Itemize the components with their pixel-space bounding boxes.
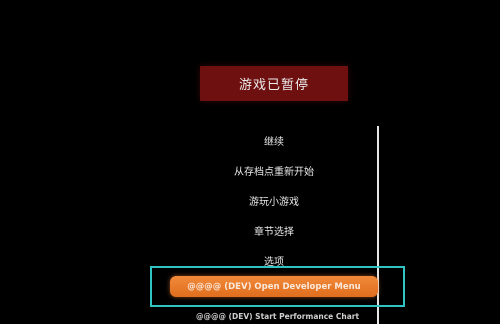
menu-item-play-minigame[interactable]: 游玩小游戏	[184, 193, 364, 208]
open-developer-menu-button[interactable]: @@@@ (DEV) Open Developer Menu	[170, 276, 378, 297]
pause-title-banner: 游戏已暂停	[200, 66, 348, 101]
menu-item-restart-checkpoint[interactable]: 从存档点重新开始	[184, 163, 364, 178]
pause-title: 游戏已暂停	[238, 78, 309, 93]
start-performance-chart-button[interactable]: @@@@ (DEV) Start Performance Chart	[150, 312, 405, 321]
game-pause-screen: 游戏已暂停 继续 从存档点重新开始 游玩小游戏 章节选择 选项 @@@@ (DE…	[0, 0, 500, 324]
menu-item-continue[interactable]: 继续	[184, 133, 364, 148]
menu-item-chapter-select[interactable]: 章节选择	[184, 223, 364, 238]
open-developer-menu-label: @@@@ (DEV) Open Developer Menu	[187, 281, 361, 292]
